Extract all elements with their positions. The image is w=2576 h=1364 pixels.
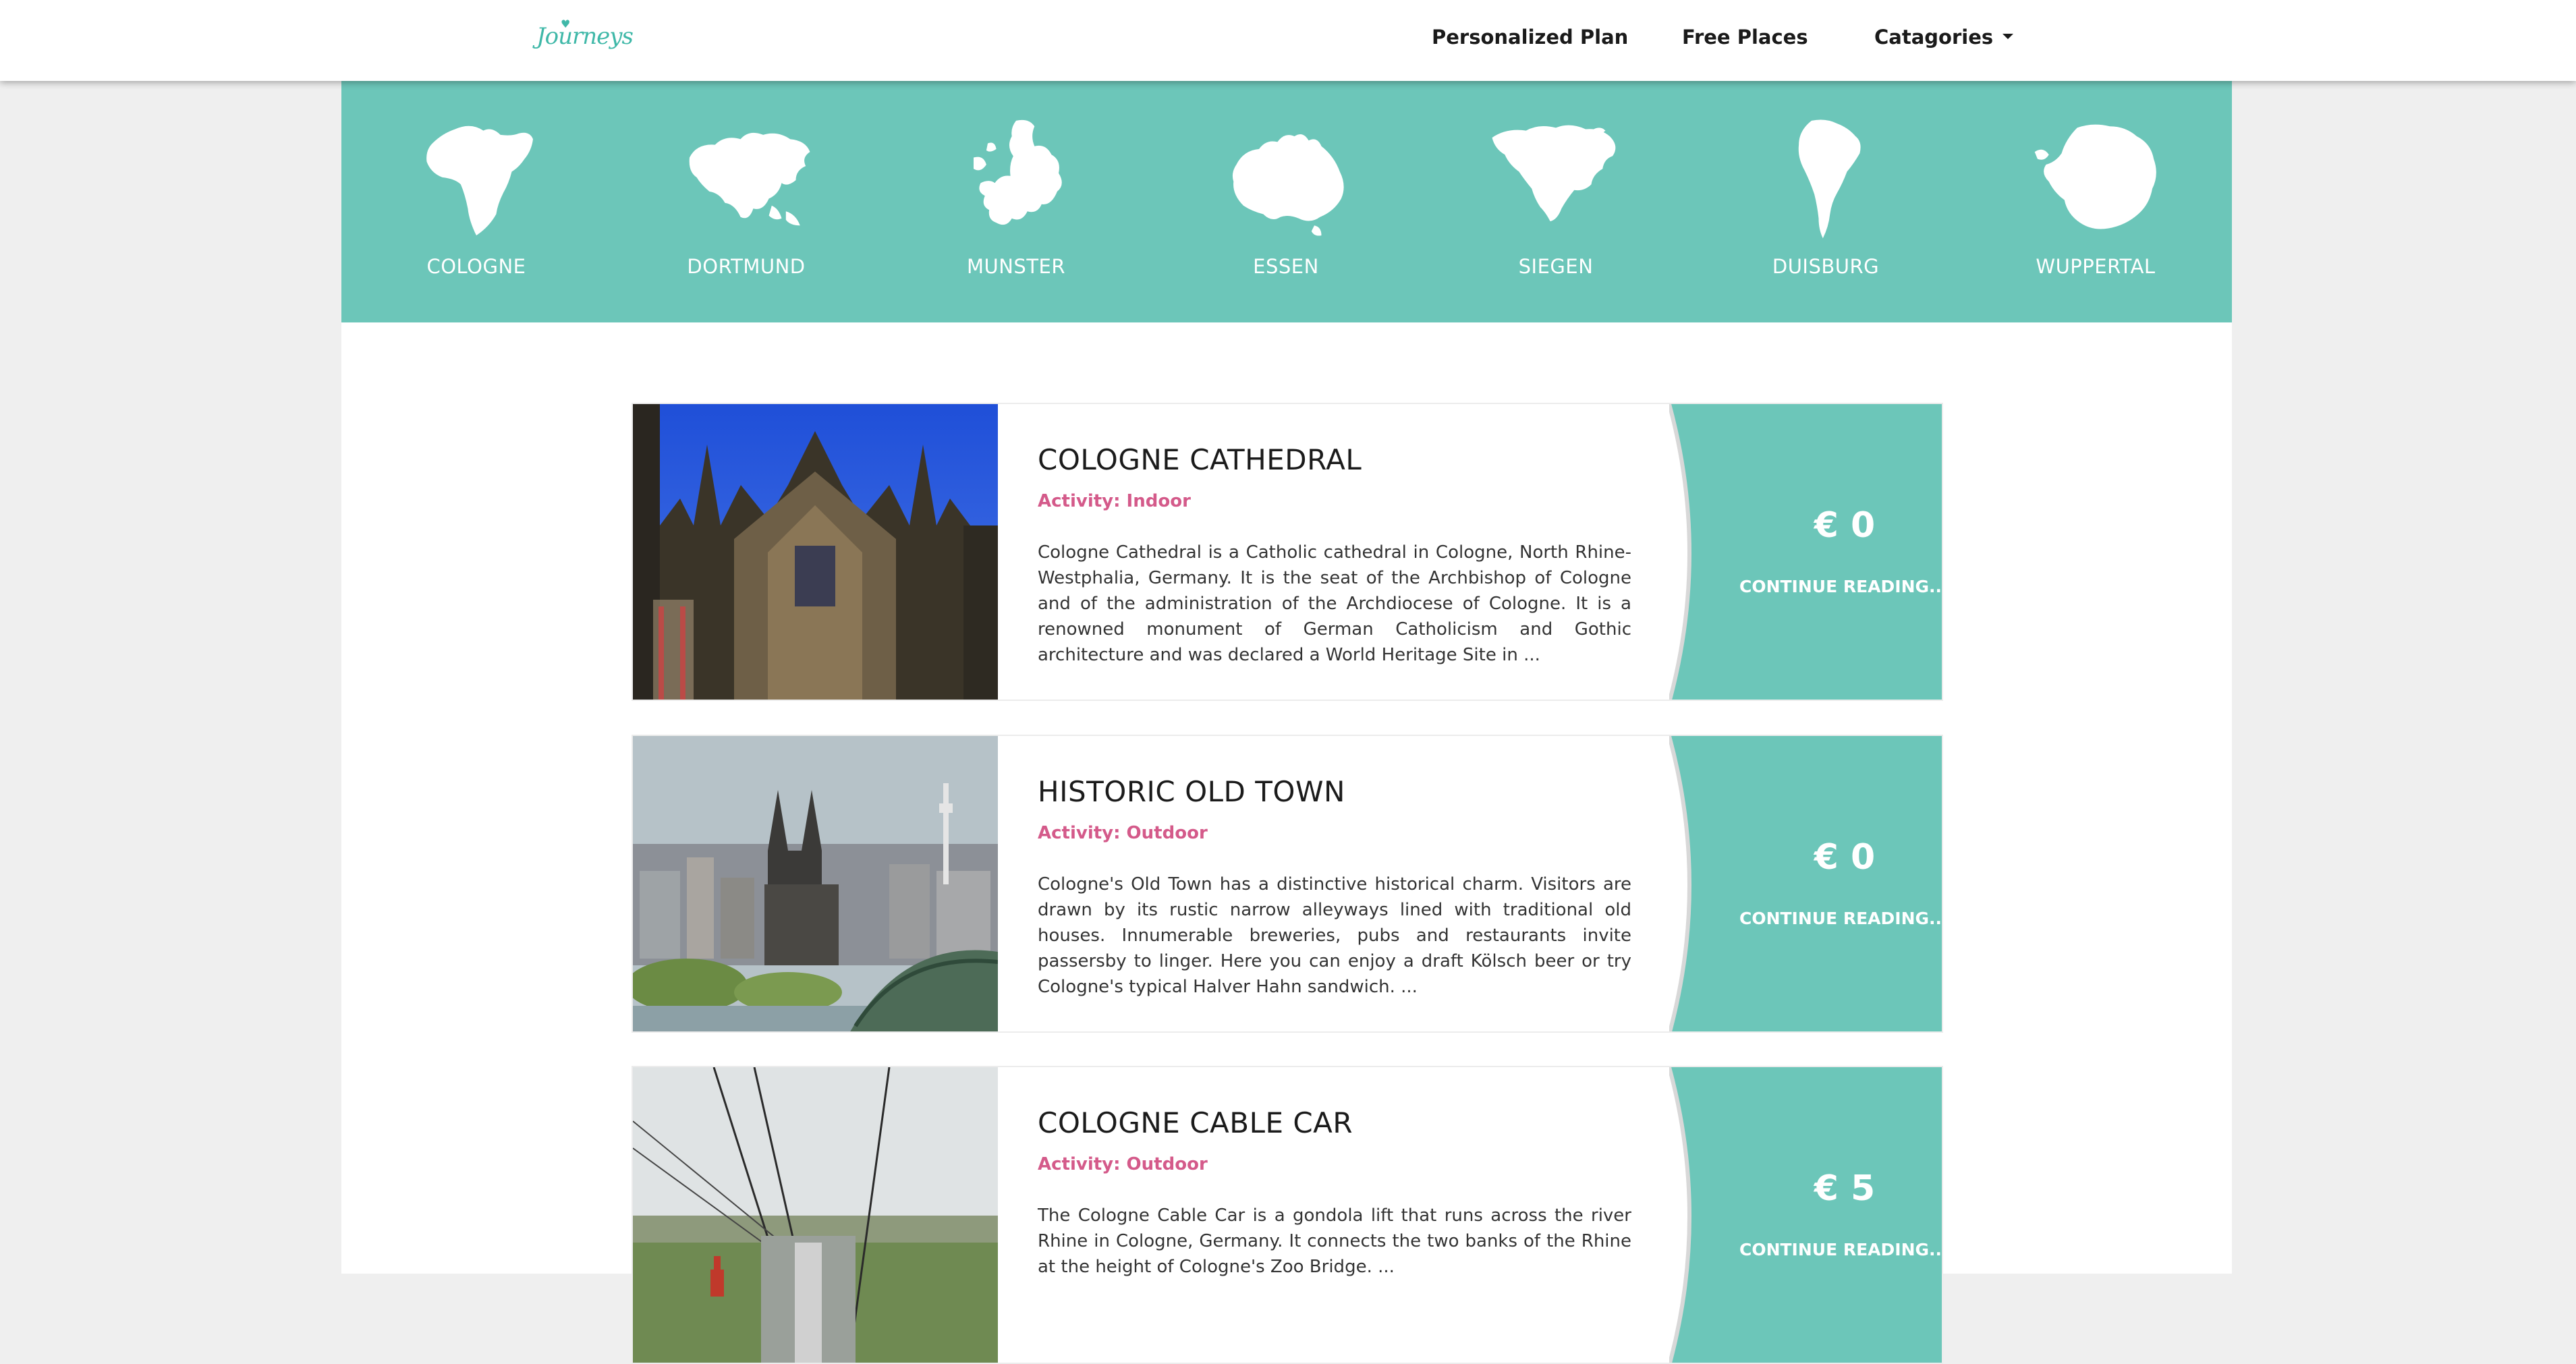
city-label: DORTMUND <box>687 255 806 278</box>
city-label: COLOGNE <box>426 255 526 278</box>
place-card-body: HISTORIC OLD TOWN Activity: Outdoor Colo… <box>1038 775 1631 1000</box>
cologne-cathedral-image[interactable] <box>633 404 998 701</box>
city-label: DUISBURG <box>1772 255 1880 278</box>
city-item-wuppertal[interactable]: WUPPERTAL <box>1994 115 2197 317</box>
nav-free-places[interactable]: Free Places <box>1682 26 1808 49</box>
place-title[interactable]: COLOGNE CABLE CAR <box>1038 1106 1631 1139</box>
place-price: € 5 <box>1814 1168 1876 1209</box>
city-item-cologne[interactable]: COLOGNE <box>375 115 578 317</box>
nav-personalized-plan[interactable]: Personalized Plan <box>1432 26 1628 49</box>
city-label: SIEGEN <box>1518 255 1594 278</box>
place-activity: Activity: Outdoor <box>1038 823 1208 843</box>
place-card[interactable]: HISTORIC OLD TOWN Activity: Outdoor Colo… <box>632 735 1943 1033</box>
price-panel-curve <box>1669 1067 1723 1363</box>
antarctica-icon <box>2034 124 2156 229</box>
top-navbar: Journeys ♥ Personalized Plan Free Places… <box>0 0 2576 81</box>
city-item-duisburg[interactable]: DUISBURG <box>1725 115 1927 317</box>
price-panel-curve <box>1669 736 1723 1031</box>
city-item-essen[interactable]: ESSEN <box>1185 115 1387 317</box>
continue-reading-link[interactable]: CONTINUE READING.. <box>1726 909 1942 928</box>
place-activity: Activity: Outdoor <box>1038 1154 1208 1174</box>
city-label: WUPPERTAL <box>2036 255 2156 278</box>
place-card[interactable]: COLOGNE CABLE CAR Activity: Outdoor The … <box>632 1066 1943 1364</box>
journeys-logo[interactable]: Journeys ♥ <box>536 18 634 50</box>
north-america-icon <box>1492 125 1616 221</box>
historic-old-town-image[interactable] <box>633 736 998 1033</box>
logo-text: Journeys <box>536 23 634 50</box>
city-label: ESSEN <box>1253 255 1319 278</box>
asia-icon <box>689 132 810 226</box>
place-description: The Cologne Cable Car is a gondola lift … <box>1038 1205 1631 1277</box>
place-price: € 0 <box>1814 505 1876 546</box>
place-title[interactable]: COLOGNE CATHEDRAL <box>1038 443 1631 476</box>
city-selector-strip: COLOGNE DORTMUND MUNSTER ESSEN SIEGEN DU… <box>341 81 2232 322</box>
place-card[interactable]: COLOGNE CATHEDRAL Activity: Indoor Colog… <box>632 403 1943 701</box>
price-panel <box>1688 736 1942 1031</box>
city-label: MUNSTER <box>966 255 1066 278</box>
south-america-icon <box>1798 119 1861 239</box>
continue-reading-link[interactable]: CONTINUE READING.. <box>1726 577 1942 596</box>
continue-reading-link[interactable]: CONTINUE READING.. <box>1726 1240 1942 1259</box>
cologne-cable-car-image[interactable] <box>633 1067 998 1364</box>
place-description: Cologne Cathedral is a Catholic cathedra… <box>1038 542 1631 665</box>
price-panel-curve <box>1669 404 1723 700</box>
caret-down-icon <box>2003 34 2014 39</box>
place-card-body: COLOGNE CABLE CAR Activity: Outdoor The … <box>1038 1106 1631 1280</box>
place-price: € 0 <box>1814 837 1876 878</box>
place-description: Cologne's Old Town has a distinctive his… <box>1038 874 1631 997</box>
place-title[interactable]: HISTORIC OLD TOWN <box>1038 775 1631 808</box>
price-panel <box>1688 404 1942 700</box>
place-card-body: COLOGNE CATHEDRAL Activity: Indoor Colog… <box>1038 443 1631 668</box>
city-item-dortmund[interactable]: DORTMUND <box>645 115 847 317</box>
city-item-siegen[interactable]: SIEGEN <box>1455 115 1657 317</box>
australia-icon <box>1232 134 1344 236</box>
europe-icon <box>974 119 1062 225</box>
place-activity: Activity: Indoor <box>1038 491 1191 511</box>
africa-icon <box>426 125 533 235</box>
price-panel <box>1688 1067 1942 1363</box>
heart-icon: ♥ <box>561 18 570 30</box>
city-item-munster[interactable]: MUNSTER <box>915 115 1117 317</box>
nav-categories-dropdown[interactable]: Catagories <box>1874 26 2014 49</box>
nav-categories-label: Catagories <box>1874 26 1994 49</box>
